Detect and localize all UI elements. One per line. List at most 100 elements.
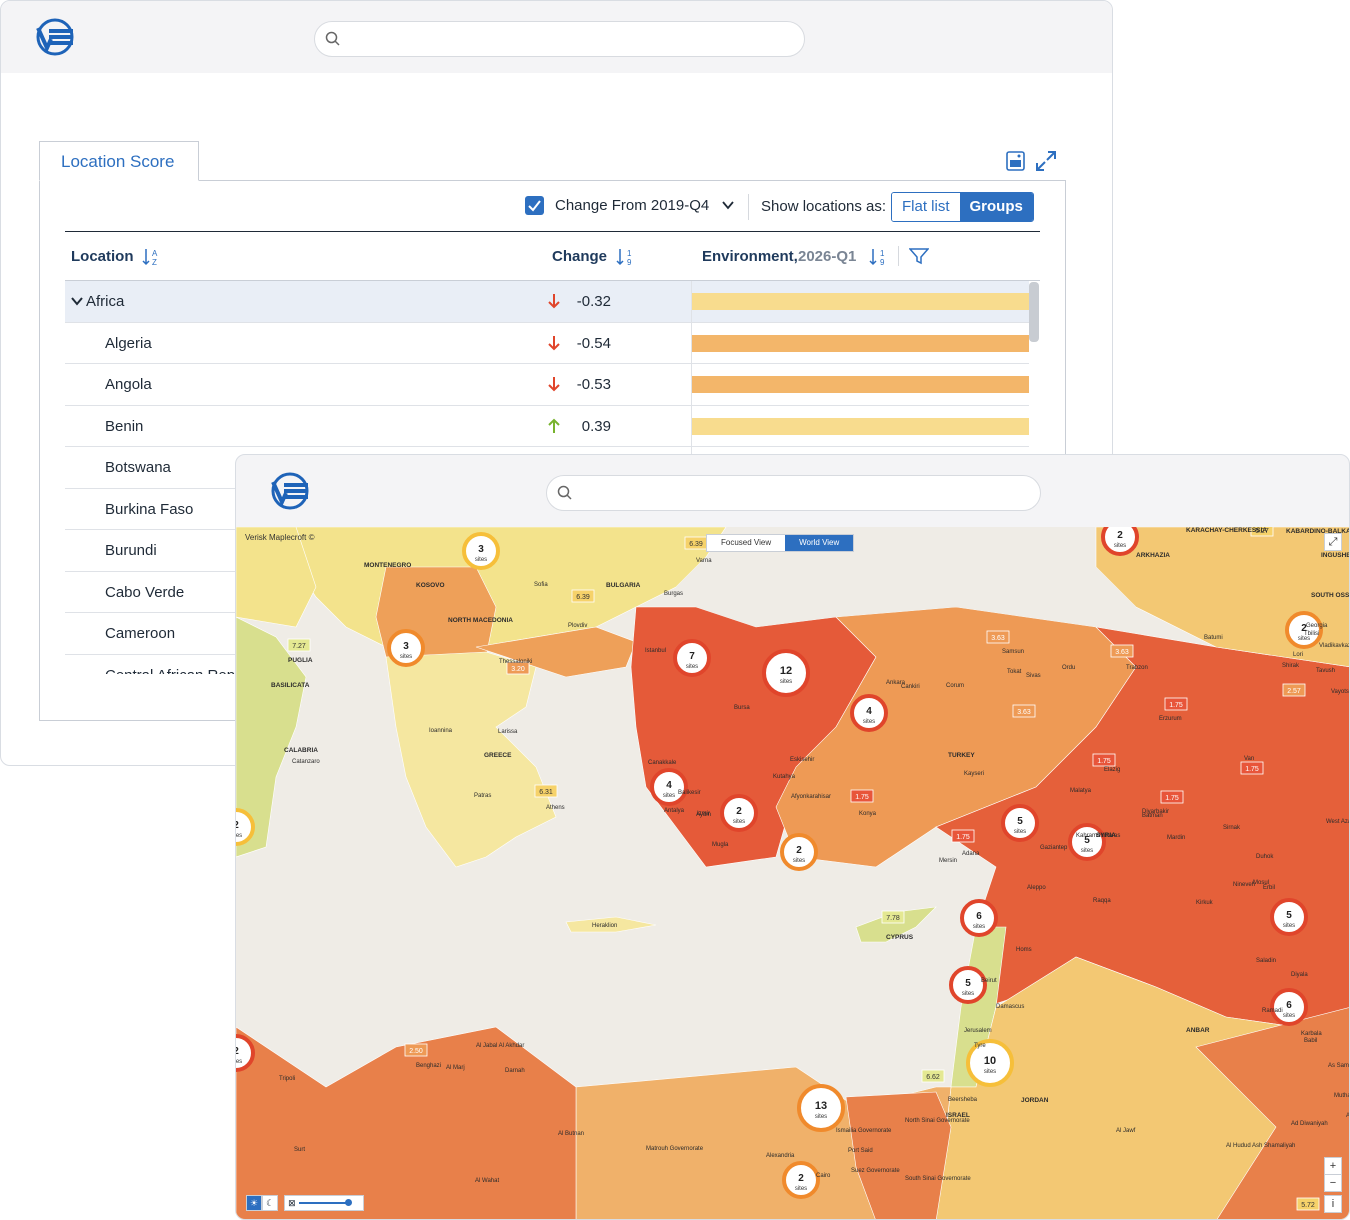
map-place-label: BULGARIA bbox=[606, 582, 641, 589]
location-column-header[interactable]: Location bbox=[71, 248, 134, 265]
info-button[interactable]: i bbox=[1324, 1195, 1342, 1213]
site-cluster[interactable]: 3 sites bbox=[387, 629, 425, 667]
score-tag[interactable]: 6.62 bbox=[921, 1069, 945, 1083]
search-input[interactable] bbox=[581, 482, 1030, 506]
map-place-label: Tripoli bbox=[279, 1076, 295, 1082]
light-mode-icon[interactable]: ☀ bbox=[246, 1195, 263, 1211]
site-cluster[interactable]: 6 sites bbox=[1270, 988, 1308, 1026]
verisk-logo-icon[interactable] bbox=[270, 471, 310, 511]
verisk-logo-icon[interactable] bbox=[35, 17, 75, 57]
site-cluster[interactable]: 2sites bbox=[1101, 527, 1139, 556]
opacity-slider[interactable]: ⊠ bbox=[284, 1195, 365, 1211]
score-tag[interactable]: 7.27 bbox=[287, 638, 311, 652]
score-tag[interactable]: 1.75 bbox=[1164, 697, 1188, 711]
fullscreen-icon[interactable]: ⤢ bbox=[1324, 533, 1342, 551]
site-cluster[interactable]: 7 sites bbox=[673, 639, 711, 677]
score-tag[interactable]: 1.75 bbox=[1092, 753, 1116, 767]
score-tag[interactable]: 1.75 bbox=[1160, 790, 1184, 804]
site-cluster[interactable]: 5sites bbox=[949, 966, 987, 1004]
flat-list-button[interactable]: Flat list bbox=[892, 193, 960, 221]
sort-numeric-icon[interactable]: 19 bbox=[615, 247, 635, 267]
site-cluster[interactable]: 3 sites bbox=[462, 532, 500, 570]
save-image-icon[interactable] bbox=[1006, 151, 1025, 171]
location-name: Benin bbox=[105, 417, 144, 435]
score-tag[interactable]: 6.39 bbox=[684, 536, 708, 550]
table-scrollbar[interactable] bbox=[1029, 282, 1039, 342]
score-tag[interactable]: 6.31 bbox=[534, 784, 558, 798]
tab-location-score[interactable]: Location Score bbox=[39, 141, 199, 181]
change-from-dropdown[interactable]: Change From 2019-Q4 bbox=[555, 197, 709, 214]
map-place-label: Georgia bbox=[1306, 623, 1328, 629]
score-tag[interactable]: 7.78 bbox=[881, 910, 905, 924]
score-tag-value: 5.72 bbox=[1301, 1202, 1315, 1209]
filter-icon[interactable] bbox=[909, 247, 929, 265]
focused-view-button[interactable]: Focused View bbox=[707, 535, 786, 551]
map-place-label: Erzurum bbox=[1159, 716, 1182, 722]
groups-button[interactable]: Groups bbox=[959, 193, 1033, 221]
search-bar[interactable] bbox=[546, 475, 1041, 511]
table-row[interactable]: Benin 0.39 5.44 bbox=[65, 405, 1029, 447]
map-canvas[interactable]: 3sites3sites 7sites 12sites4sites4sites2si… bbox=[236, 527, 1350, 1220]
chevron-down-icon[interactable] bbox=[721, 198, 735, 212]
slider-handle[interactable] bbox=[345, 1199, 353, 1206]
site-cluster[interactable]: 4 sites bbox=[650, 768, 688, 806]
location-name: Cameroon bbox=[105, 625, 176, 642]
score-tag[interactable]: 2.57 bbox=[1282, 683, 1306, 697]
zoom-in-button[interactable]: + bbox=[1324, 1157, 1342, 1175]
score-tag[interactable]: 6.39 bbox=[571, 589, 595, 603]
map-place-label: Eskisehir bbox=[790, 757, 814, 763]
table-row[interactable]: Algeria -0.54 4.32 bbox=[65, 322, 1029, 364]
change-column-header[interactable]: Change bbox=[552, 248, 607, 265]
sort-alpha-icon[interactable]: AZ bbox=[141, 247, 161, 267]
site-cluster[interactable]: 2sites bbox=[782, 1161, 820, 1199]
site-cluster[interactable]: 2sites bbox=[780, 833, 818, 871]
chevron-down-icon[interactable] bbox=[71, 295, 83, 307]
map-place-label: BASILICATA bbox=[271, 682, 310, 689]
site-cluster[interactable]: 4 sites bbox=[850, 694, 888, 732]
sort-numeric-icon[interactable]: 19 bbox=[868, 247, 888, 267]
change-checkbox[interactable] bbox=[525, 196, 544, 215]
score-tag[interactable]: 3.63 bbox=[986, 630, 1010, 644]
score-tag[interactable]: 5.72 bbox=[1296, 1197, 1320, 1211]
score-tag-value: 1.75 bbox=[855, 794, 869, 801]
check-icon bbox=[528, 200, 541, 212]
site-cluster[interactable]: 2sites bbox=[720, 794, 758, 832]
world-view-button[interactable]: World View bbox=[785, 535, 854, 551]
search-input[interactable] bbox=[349, 28, 794, 52]
site-cluster[interactable]: 2sites bbox=[236, 808, 255, 846]
cluster-label: sites bbox=[236, 1059, 242, 1065]
site-cluster[interactable]: 6 sites bbox=[960, 899, 998, 937]
site-cluster[interactable]: 5sites bbox=[1068, 823, 1106, 861]
score-tag[interactable]: 1.75 bbox=[850, 789, 874, 803]
site-cluster[interactable]: 2sites bbox=[1285, 611, 1323, 649]
site-cluster[interactable]: 5sites bbox=[1270, 898, 1308, 936]
score-tag[interactable]: 1.75 bbox=[951, 829, 975, 843]
map-place-label: Heraklion bbox=[592, 923, 617, 929]
score-tag[interactable]: 2.50 bbox=[404, 1043, 428, 1057]
site-cluster[interactable]: 12 sites bbox=[762, 649, 810, 697]
site-cluster[interactable]: 13 sites bbox=[797, 1084, 845, 1132]
map-place-label: As Samawah bbox=[1328, 1063, 1350, 1069]
score-tag[interactable]: 3.63 bbox=[1110, 644, 1134, 658]
score-tag[interactable]: 1.75 bbox=[1240, 761, 1264, 775]
top-bar bbox=[1, 1, 1112, 73]
svg-text:Z: Z bbox=[152, 258, 157, 267]
expand-icon[interactable] bbox=[1035, 150, 1057, 172]
dark-mode-icon[interactable]: ☾ bbox=[262, 1195, 279, 1211]
group-row[interactable]: Africa -0.32 5.34 bbox=[65, 281, 1029, 323]
site-cluster[interactable]: 2sites bbox=[236, 1034, 255, 1072]
score-tag[interactable]: 3.63 bbox=[1012, 704, 1036, 718]
svg-text:9: 9 bbox=[627, 258, 632, 267]
index-column-header[interactable]: Environment, bbox=[702, 248, 798, 265]
risk-map[interactable]: 3 sites 3 sites 7 sites 12 sites 4 sites 4 sites 2 si… bbox=[236, 527, 1350, 1220]
score-bar bbox=[692, 334, 1029, 352]
map-place-label: Karbala bbox=[1301, 1031, 1322, 1037]
cluster-count: 3 bbox=[403, 641, 409, 652]
zoom-out-button[interactable]: − bbox=[1324, 1174, 1342, 1192]
svg-text:1: 1 bbox=[627, 249, 632, 258]
map-place-label: Ioannina bbox=[429, 728, 453, 734]
table-row[interactable]: Angola -0.53 4.99 bbox=[65, 364, 1029, 406]
cluster-count: 6 bbox=[976, 911, 982, 922]
site-cluster[interactable]: 5sites bbox=[1001, 804, 1039, 842]
search-bar[interactable] bbox=[314, 21, 805, 57]
